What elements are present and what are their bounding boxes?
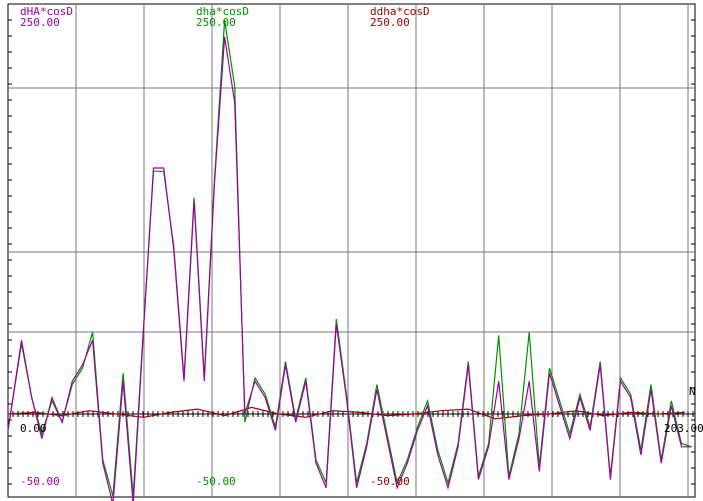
chart-grid xyxy=(7,3,696,498)
chart-plot: dHA*cosD250.00-50.00dha*cosD250.00-50.00… xyxy=(7,3,703,501)
chart-series-layer xyxy=(7,20,692,501)
series-label-top-2: 250.00 xyxy=(370,16,410,29)
series-label-bottom-1: -50.00 xyxy=(196,475,236,488)
plot-frame xyxy=(7,3,696,498)
series-label-top-0: 250.00 xyxy=(20,16,60,29)
series-label-top-1: 250.00 xyxy=(196,16,236,29)
x-origin-label: 0.00 xyxy=(20,422,47,435)
x-end-label: 203.00 xyxy=(664,422,703,435)
series-label-bottom-2: -50.00 xyxy=(370,475,410,488)
corner-marker: N xyxy=(689,385,696,398)
series-line-0 xyxy=(7,36,692,501)
series-label-bottom-0: -50.00 xyxy=(20,475,60,488)
